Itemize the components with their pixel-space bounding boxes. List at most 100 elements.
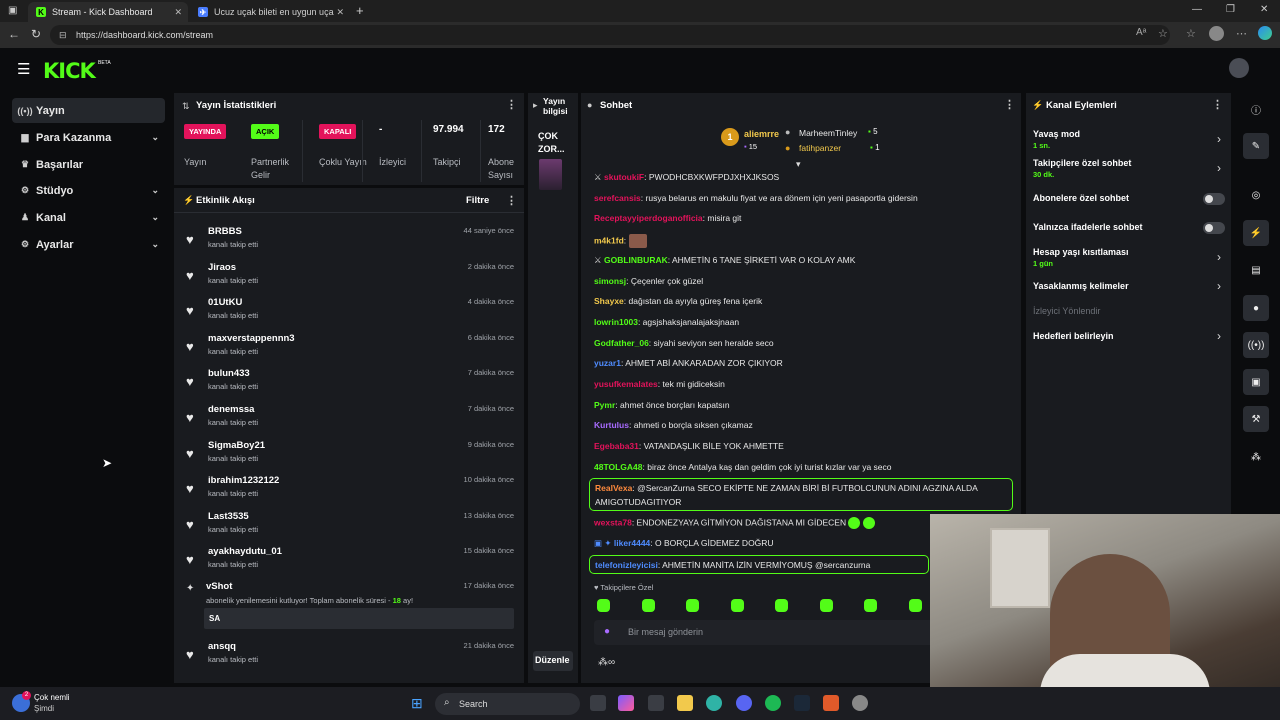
- emote-icon[interactable]: [775, 599, 788, 612]
- profile-avatar[interactable]: [1209, 26, 1224, 41]
- kick-logo[interactable]: KICK: [43, 59, 96, 83]
- edit-stream-button[interactable]: Düzenle: [533, 651, 573, 671]
- channel-actions-menu-icon[interactable]: ⋮: [1212, 98, 1223, 111]
- copilot-icon[interactable]: [618, 695, 634, 711]
- chat-settings-icon[interactable]: ⁂∞: [598, 657, 615, 668]
- filter-button[interactable]: Filtre: [466, 195, 489, 206]
- steam-icon[interactable]: [794, 695, 810, 711]
- follower-name[interactable]: ansqq: [208, 641, 236, 652]
- top-gifter-name[interactable]: aliemrre: [744, 129, 779, 139]
- tab-kick-dashboard[interactable]: K Stream - Kick Dashboard ✕: [28, 2, 188, 22]
- channel-action-item[interactable]: Abonelere özel sohbet: [1033, 193, 1225, 205]
- notes-icon[interactable]: ▤: [1243, 257, 1269, 283]
- copilot-icon[interactable]: [1258, 26, 1272, 40]
- wrench-icon[interactable]: ⚒: [1243, 406, 1269, 432]
- maximize-icon[interactable]: ❐: [1226, 4, 1235, 15]
- lightning-icon[interactable]: ⚡: [1243, 220, 1269, 246]
- emote-icon[interactable]: [864, 599, 877, 612]
- menu-icon[interactable]: ⋯: [1236, 27, 1247, 40]
- back-icon[interactable]: ←: [8, 27, 20, 41]
- edge-icon[interactable]: [706, 695, 722, 711]
- chevron-right-icon[interactable]: ›: [1217, 279, 1221, 293]
- follower-name[interactable]: denemssa: [208, 404, 254, 415]
- channel-action-item[interactable]: Yasaklanmış kelimeler ›: [1033, 279, 1225, 293]
- chat-input[interactable]: ● Bir mesaj gönderin: [594, 620, 934, 645]
- chat-username[interactable]: liker4444: [614, 538, 650, 548]
- chat-username[interactable]: Shayxe: [594, 296, 624, 306]
- emote-icon[interactable]: [641, 599, 655, 612]
- task-view-icon[interactable]: [590, 695, 606, 711]
- channel-action-item[interactable]: Hedefleri belirleyin ›: [1033, 329, 1225, 343]
- pencil-icon[interactable]: ✎: [1243, 133, 1269, 159]
- follower-name[interactable]: BRBBS: [208, 226, 242, 237]
- chat-username[interactable]: simonsj: [594, 276, 626, 286]
- follower-name[interactable]: Last3535: [208, 511, 249, 522]
- chat-icon[interactable]: ●: [1243, 295, 1269, 321]
- info-icon[interactable]: ⓘ: [1243, 96, 1269, 122]
- spotify-icon[interactable]: [765, 695, 781, 711]
- collections-icon[interactable]: ☆: [1186, 27, 1196, 40]
- category-thumbnail[interactable]: [539, 159, 562, 190]
- sidebar-item-0[interactable]: ((•)) Yayın: [12, 98, 165, 123]
- chevron-right-icon[interactable]: ›: [1217, 132, 1221, 146]
- chat-username[interactable]: serefcansis: [594, 193, 641, 203]
- close-window-icon[interactable]: ✕: [1260, 4, 1268, 15]
- chevron-right-icon[interactable]: ›: [1217, 161, 1221, 175]
- tab-flight-search[interactable]: ✈ Ucuz uçak bileti en uygun uçak b ✕: [190, 2, 350, 22]
- tab-actions-icon[interactable]: ▣: [8, 5, 17, 16]
- chevron-down-icon[interactable]: ⌄: [151, 185, 159, 196]
- chat-username[interactable]: Godfather_06: [594, 338, 649, 348]
- windows-start-icon[interactable]: ⊞: [411, 695, 423, 712]
- refresh-icon[interactable]: ↻: [31, 27, 41, 41]
- activity-menu-icon[interactable]: ⋮: [506, 194, 517, 207]
- user-avatar[interactable]: [1229, 58, 1249, 78]
- expand-leaderboard-icon[interactable]: ▾: [796, 159, 801, 170]
- chat-username[interactable]: RealVexa: [595, 483, 632, 493]
- chat-username[interactable]: wexsta78: [594, 517, 632, 527]
- chevron-right-icon[interactable]: ›: [1217, 250, 1221, 264]
- obs-icon[interactable]: [823, 695, 839, 711]
- channel-action-item[interactable]: Yavaş mod 1 sn. ›: [1033, 129, 1225, 150]
- chat-username[interactable]: yuzar1: [594, 358, 621, 368]
- chevron-down-icon[interactable]: ⌄: [151, 239, 159, 250]
- chat-username[interactable]: Kurtulus: [594, 420, 629, 430]
- minimize-icon[interactable]: —: [1192, 4, 1202, 15]
- emote-icon[interactable]: [819, 599, 833, 612]
- gifter-3-name[interactable]: fatihpanzer: [799, 143, 841, 153]
- follower-name[interactable]: bulun433: [208, 368, 250, 379]
- new-tab-button[interactable]: +: [356, 3, 364, 18]
- app-icon[interactable]: [852, 695, 868, 711]
- follower-name[interactable]: maxverstappennn3: [208, 333, 295, 344]
- widgets-icon[interactable]: [648, 695, 664, 711]
- chat-menu-icon[interactable]: ⋮: [1004, 98, 1015, 111]
- read-aloud-icon[interactable]: Aᵃ: [1136, 27, 1146, 38]
- toggle-switch[interactable]: [1203, 193, 1225, 205]
- chat-username[interactable]: telefonizleyicisi: [595, 560, 658, 570]
- chat-username[interactable]: Pymr: [594, 400, 615, 410]
- channel-action-item[interactable]: Hesap yaşı kısıtlaması 1 gün ›: [1033, 247, 1225, 268]
- channel-action-item[interactable]: Takipçilere özel sohbet 30 dk. ›: [1033, 158, 1225, 179]
- channel-action-item[interactable]: Yalnızca ifadelerle sohbet: [1033, 222, 1225, 234]
- site-info-icon[interactable]: ⊟: [59, 25, 67, 45]
- favorite-icon[interactable]: ☆: [1158, 27, 1168, 40]
- sidebar-item-1[interactable]: ▆ Para Kazanma ⌄: [12, 125, 165, 150]
- emote-icon[interactable]: [908, 599, 922, 612]
- more-icon[interactable]: ⁂: [1243, 444, 1269, 470]
- chevron-down-icon[interactable]: ⌄: [151, 212, 159, 223]
- chat-username[interactable]: 48TOLGA48: [594, 462, 643, 472]
- chat-username[interactable]: yusufkemalates: [594, 379, 658, 389]
- chevron-right-icon[interactable]: ›: [1217, 329, 1221, 343]
- chat-username[interactable]: m4k1fd: [594, 235, 624, 245]
- follower-name[interactable]: SigmaBoy21: [208, 440, 265, 451]
- chevron-down-icon[interactable]: ⌄: [151, 132, 159, 143]
- resub-user[interactable]: vShot: [206, 581, 232, 592]
- layout-icon[interactable]: ▣: [1243, 369, 1269, 395]
- follower-name[interactable]: ibrahim1232122: [208, 475, 279, 486]
- emote-icon[interactable]: [597, 599, 610, 612]
- chat-username[interactable]: skutoukiF: [604, 172, 644, 182]
- chat-username[interactable]: Receptayyiperdoganofficia: [594, 213, 703, 223]
- sidebar-item-4[interactable]: ♟ Kanal ⌄: [12, 205, 165, 230]
- close-tab-icon[interactable]: ✕: [336, 7, 344, 18]
- chat-username[interactable]: Egebaba31: [594, 441, 639, 451]
- close-tab-icon[interactable]: ✕: [174, 7, 182, 18]
